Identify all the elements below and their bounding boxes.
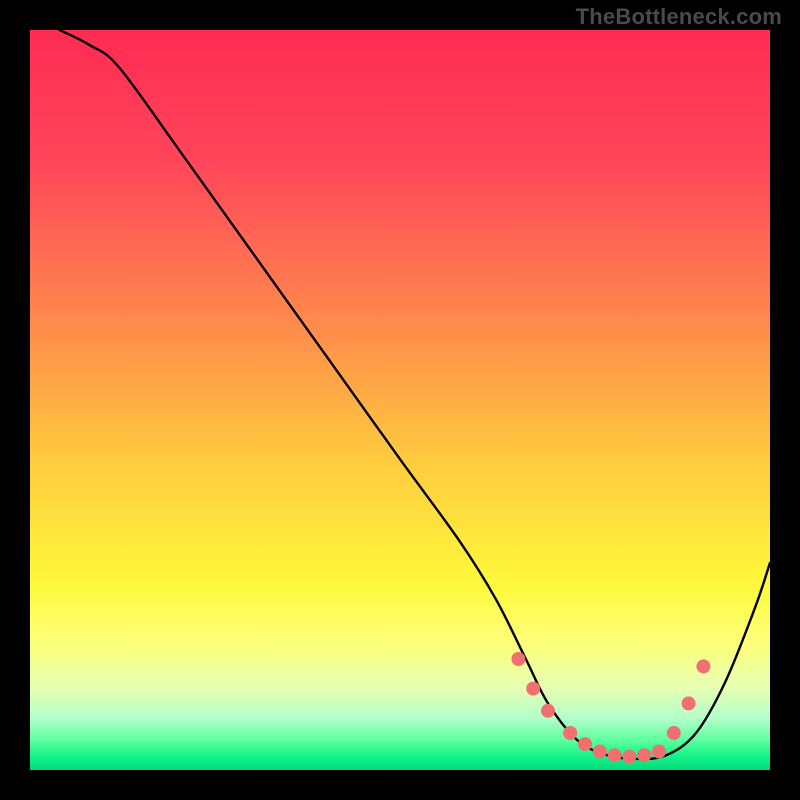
background-gradient [30, 30, 770, 770]
plot-area [30, 30, 770, 770]
watermark-text: TheBottleneck.com [576, 4, 782, 30]
chart-frame: TheBottleneck.com [0, 0, 800, 800]
